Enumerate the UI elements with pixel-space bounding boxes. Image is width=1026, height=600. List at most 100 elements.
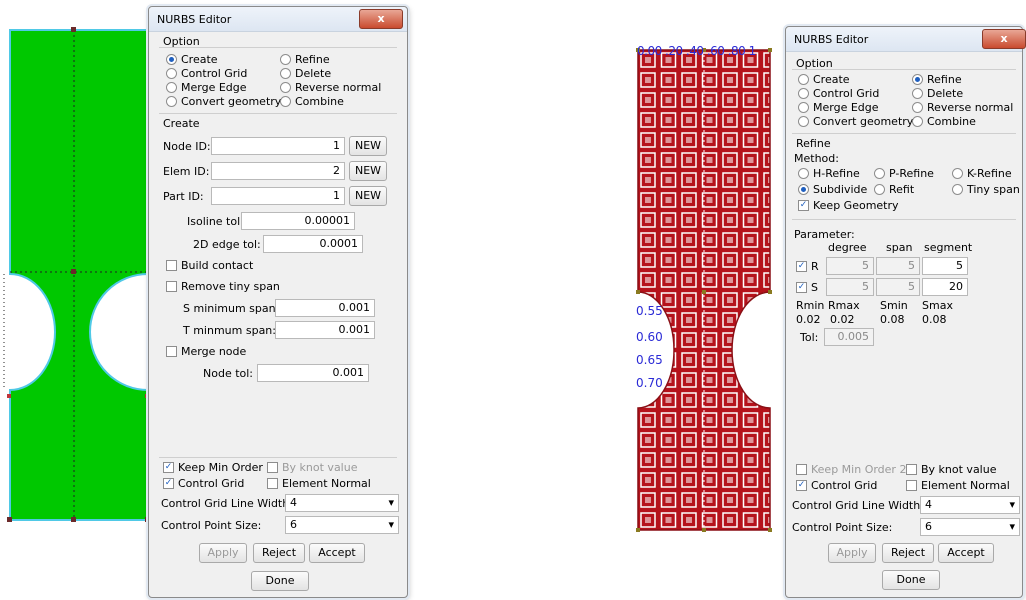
- control-point[interactable]: [768, 528, 772, 532]
- radio-icon: [798, 116, 809, 127]
- radio-combine[interactable]: Combine: [280, 95, 344, 108]
- tol-field[interactable]: 0.005: [824, 328, 874, 346]
- radio-subdivide[interactable]: Subdivide: [798, 183, 867, 196]
- element-normal-checkbox[interactable]: Element Normal: [267, 477, 371, 490]
- control-point[interactable]: [71, 269, 76, 274]
- t-min-span-field[interactable]: 0.001: [275, 321, 375, 339]
- r-segment-field[interactable]: 5: [922, 257, 968, 275]
- close-icon[interactable]: x: [982, 29, 1026, 49]
- radio-refit[interactable]: Refit: [874, 183, 914, 196]
- radio-reverse-normal[interactable]: Reverse normal: [280, 81, 381, 94]
- control-point[interactable]: [636, 528, 640, 532]
- part-id-field[interactable]: 1: [211, 187, 345, 205]
- checkbox-icon: [267, 478, 278, 489]
- elem-id-new-button[interactable]: NEW: [349, 161, 387, 181]
- accept-button[interactable]: Accept: [309, 543, 365, 563]
- radio-convert-geometry[interactable]: Convert geometry: [166, 95, 281, 108]
- control-point[interactable]: [71, 27, 76, 32]
- close-icon[interactable]: x: [359, 9, 403, 29]
- control-point[interactable]: [702, 528, 706, 532]
- radio-delete[interactable]: Delete: [912, 87, 963, 100]
- radio-reverse-normal[interactable]: Reverse normal: [912, 101, 1013, 114]
- check-icon: ✓: [163, 462, 174, 473]
- radio-icon: [798, 74, 809, 85]
- checkbox-icon: [906, 464, 917, 475]
- radio-k-refine[interactable]: K-Refine: [952, 167, 1012, 180]
- r-row-checkbox[interactable]: ✓ R: [796, 260, 819, 273]
- control-grid-checkbox[interactable]: ✓ Control Grid: [163, 477, 244, 490]
- radio-merge-edge[interactable]: Merge Edge: [166, 81, 247, 94]
- radio-p-refine[interactable]: P-Refine: [874, 167, 934, 180]
- s-span-field[interactable]: 5: [876, 278, 920, 296]
- by-knot-value-checkbox[interactable]: By knot value: [267, 461, 357, 474]
- check-icon: ✓: [796, 282, 807, 293]
- radio-control-grid[interactable]: Control Grid: [798, 87, 879, 100]
- checkbox-icon: [166, 260, 177, 271]
- check-icon: ✓: [798, 200, 809, 211]
- green-part[interactable]: [9, 29, 149, 521]
- elem-id-field[interactable]: 2: [211, 162, 345, 180]
- control-point[interactable]: [636, 290, 640, 294]
- reject-button[interactable]: Reject: [253, 543, 305, 563]
- radio-combine[interactable]: Combine: [912, 115, 976, 128]
- radio-merge-edge[interactable]: Merge Edge: [798, 101, 879, 114]
- option-divider: [159, 47, 397, 48]
- method-label: Method:: [794, 152, 839, 165]
- accept-button[interactable]: Accept: [938, 543, 994, 563]
- radio-create[interactable]: Create: [166, 53, 218, 66]
- nurbs-editor-window-refine: NURBS Editor x Option Create Refine Cont…: [785, 26, 1026, 598]
- done-button[interactable]: Done: [882, 570, 940, 590]
- radio-convert-geometry[interactable]: Convert geometry: [798, 115, 913, 128]
- radio-control-grid[interactable]: Control Grid: [166, 67, 247, 80]
- axis-label: 0.65: [636, 353, 663, 367]
- apply-button[interactable]: Apply: [828, 543, 876, 563]
- node-tol-field[interactable]: 0.001: [257, 364, 369, 382]
- s-segment-field[interactable]: 20: [922, 278, 968, 296]
- radio-delete[interactable]: Delete: [280, 67, 331, 80]
- element-normal-checkbox[interactable]: Element Normal: [906, 479, 1010, 492]
- grid-line-width-select[interactable]: 4: [920, 496, 1020, 514]
- grid-line-width-label: Control Grid Line Width:: [792, 499, 924, 512]
- s-min-span-field[interactable]: 0.001: [275, 299, 375, 317]
- parameter-divider: [792, 219, 1016, 220]
- control-point[interactable]: [768, 290, 772, 294]
- point-size-select[interactable]: 6: [285, 516, 399, 534]
- radio-icon: [280, 82, 291, 93]
- point-size-select[interactable]: 6: [920, 518, 1020, 536]
- s-degree-field[interactable]: 5: [826, 278, 874, 296]
- title-bar: NURBS Editor x: [149, 7, 407, 32]
- control-point[interactable]: [71, 517, 76, 522]
- keep-min-order-checkbox[interactable]: Keep Min Order 2: [796, 463, 906, 476]
- radio-icon: [280, 54, 291, 65]
- r-degree-field[interactable]: 5: [826, 257, 874, 275]
- control-point[interactable]: [7, 394, 11, 398]
- radio-refine[interactable]: Refine: [280, 53, 330, 66]
- isoline-tol-field[interactable]: 0.00001: [241, 212, 355, 230]
- done-button[interactable]: Done: [251, 571, 309, 591]
- isoline-tol-label: Isoline tol:: [187, 215, 244, 228]
- r-span-field[interactable]: 5: [876, 257, 920, 275]
- node-id-new-button[interactable]: NEW: [349, 136, 387, 156]
- remove-tiny-span-checkbox[interactable]: Remove tiny span: [166, 280, 280, 293]
- edge-tol-field[interactable]: 0.0001: [263, 235, 363, 253]
- keep-min-order-checkbox[interactable]: ✓ Keep Min Order 2: [163, 461, 273, 474]
- radio-h-refine[interactable]: H-Refine: [798, 167, 860, 180]
- radio-refine[interactable]: Refine: [912, 73, 962, 86]
- radio-tiny-span[interactable]: Tiny span: [952, 183, 1020, 196]
- control-point[interactable]: [7, 517, 12, 522]
- keep-geometry-checkbox[interactable]: ✓ Keep Geometry: [798, 199, 899, 212]
- grid-line-width-select[interactable]: 4: [285, 494, 399, 512]
- by-knot-value-checkbox[interactable]: By knot value: [906, 463, 996, 476]
- reject-button[interactable]: Reject: [882, 543, 934, 563]
- s-row-checkbox[interactable]: ✓ S: [796, 281, 818, 294]
- node-id-field[interactable]: 1: [211, 137, 345, 155]
- node-tol-label: Node tol:: [203, 367, 254, 380]
- part-id-new-button[interactable]: NEW: [349, 186, 387, 206]
- build-contact-checkbox[interactable]: Build contact: [166, 259, 253, 272]
- control-point[interactable]: [702, 290, 706, 294]
- radio-icon: [952, 184, 963, 195]
- apply-button[interactable]: Apply: [199, 543, 247, 563]
- merge-node-checkbox[interactable]: Merge node: [166, 345, 246, 358]
- control-grid-checkbox[interactable]: ✓ Control Grid: [796, 479, 877, 492]
- radio-create[interactable]: Create: [798, 73, 850, 86]
